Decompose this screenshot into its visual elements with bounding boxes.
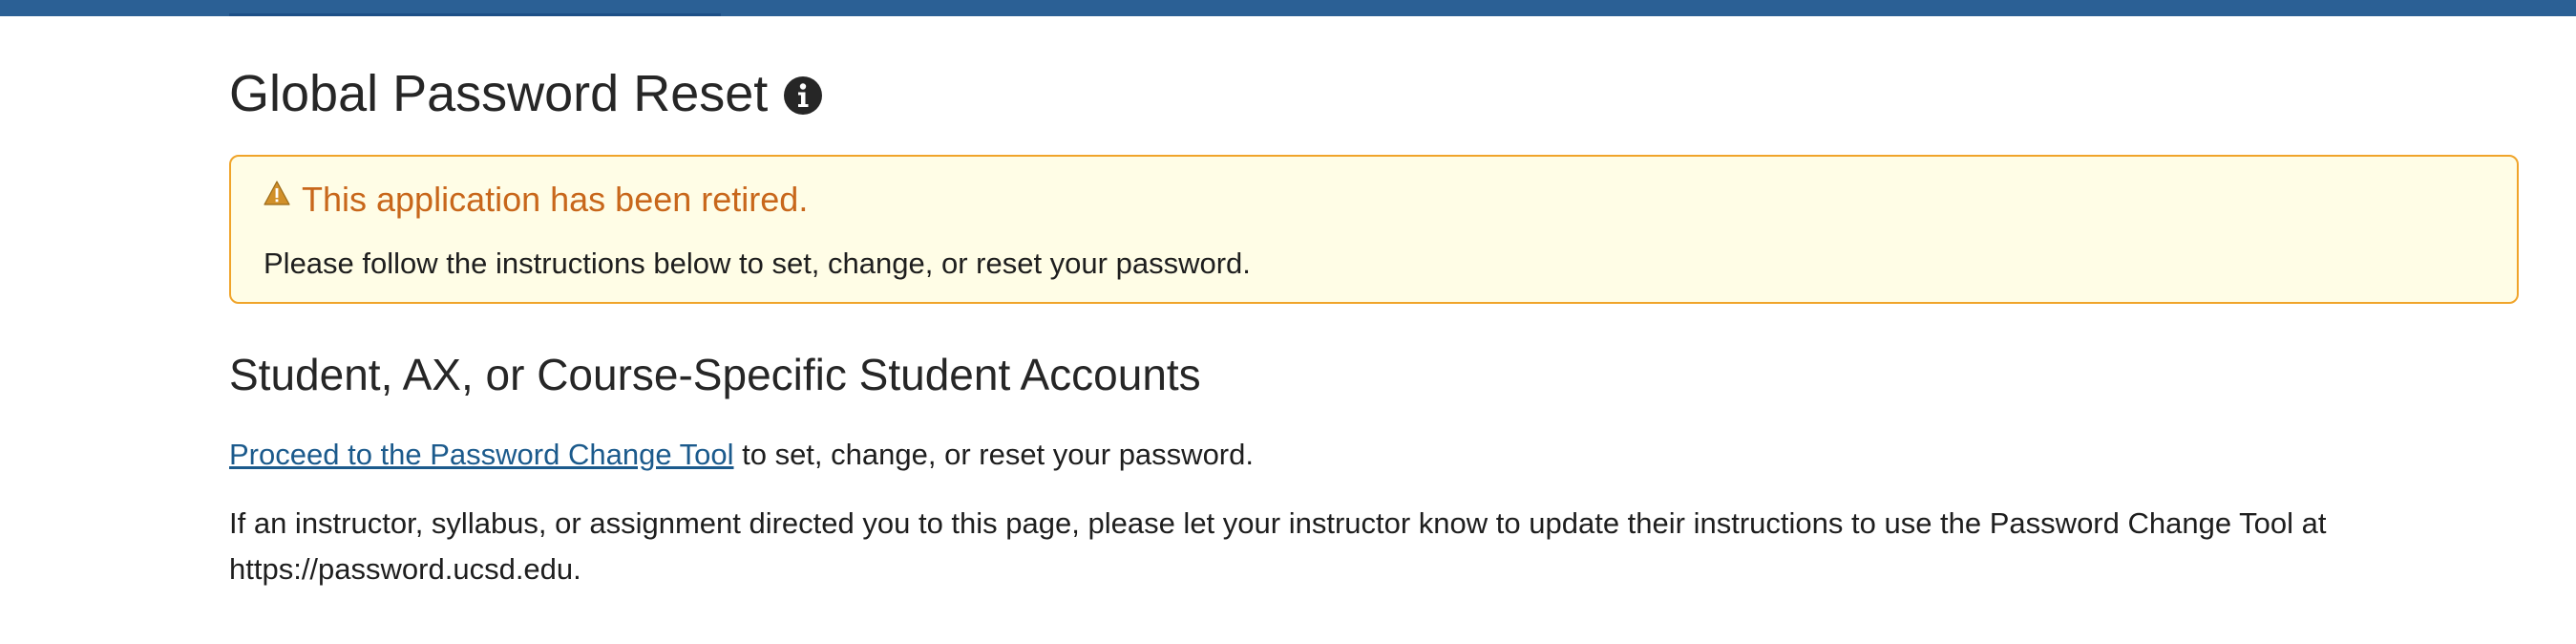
warning-triangle-icon <box>264 181 290 205</box>
instructor-note-paragraph: If an instructor, syllabus, or assignmen… <box>229 506 2327 586</box>
password-tool-paragraph: Proceed to the Password Change Tool to s… <box>229 436 1254 474</box>
info-circle-icon[interactable] <box>783 75 823 116</box>
password-change-tool-link[interactable]: Proceed to the Password Change Tool <box>229 438 733 471</box>
alert-message: Please follow the instructions below to … <box>264 247 1251 280</box>
alert-heading: This application has been retired. <box>264 176 808 224</box>
page-title-text: Global Password Reset <box>229 65 769 122</box>
student-accounts-heading: Student, AX, or Course-Specific Student … <box>229 350 1201 399</box>
top-nav-bar <box>0 0 2576 16</box>
retired-alert: This application has been retired. Pleas… <box>229 155 2519 304</box>
page-title: Global Password Reset <box>229 59 823 128</box>
alert-title: This application has been retired. <box>302 180 809 219</box>
password-tool-suffix: to set, change, or reset your password. <box>733 438 1254 471</box>
active-nav-indicator <box>229 13 721 16</box>
